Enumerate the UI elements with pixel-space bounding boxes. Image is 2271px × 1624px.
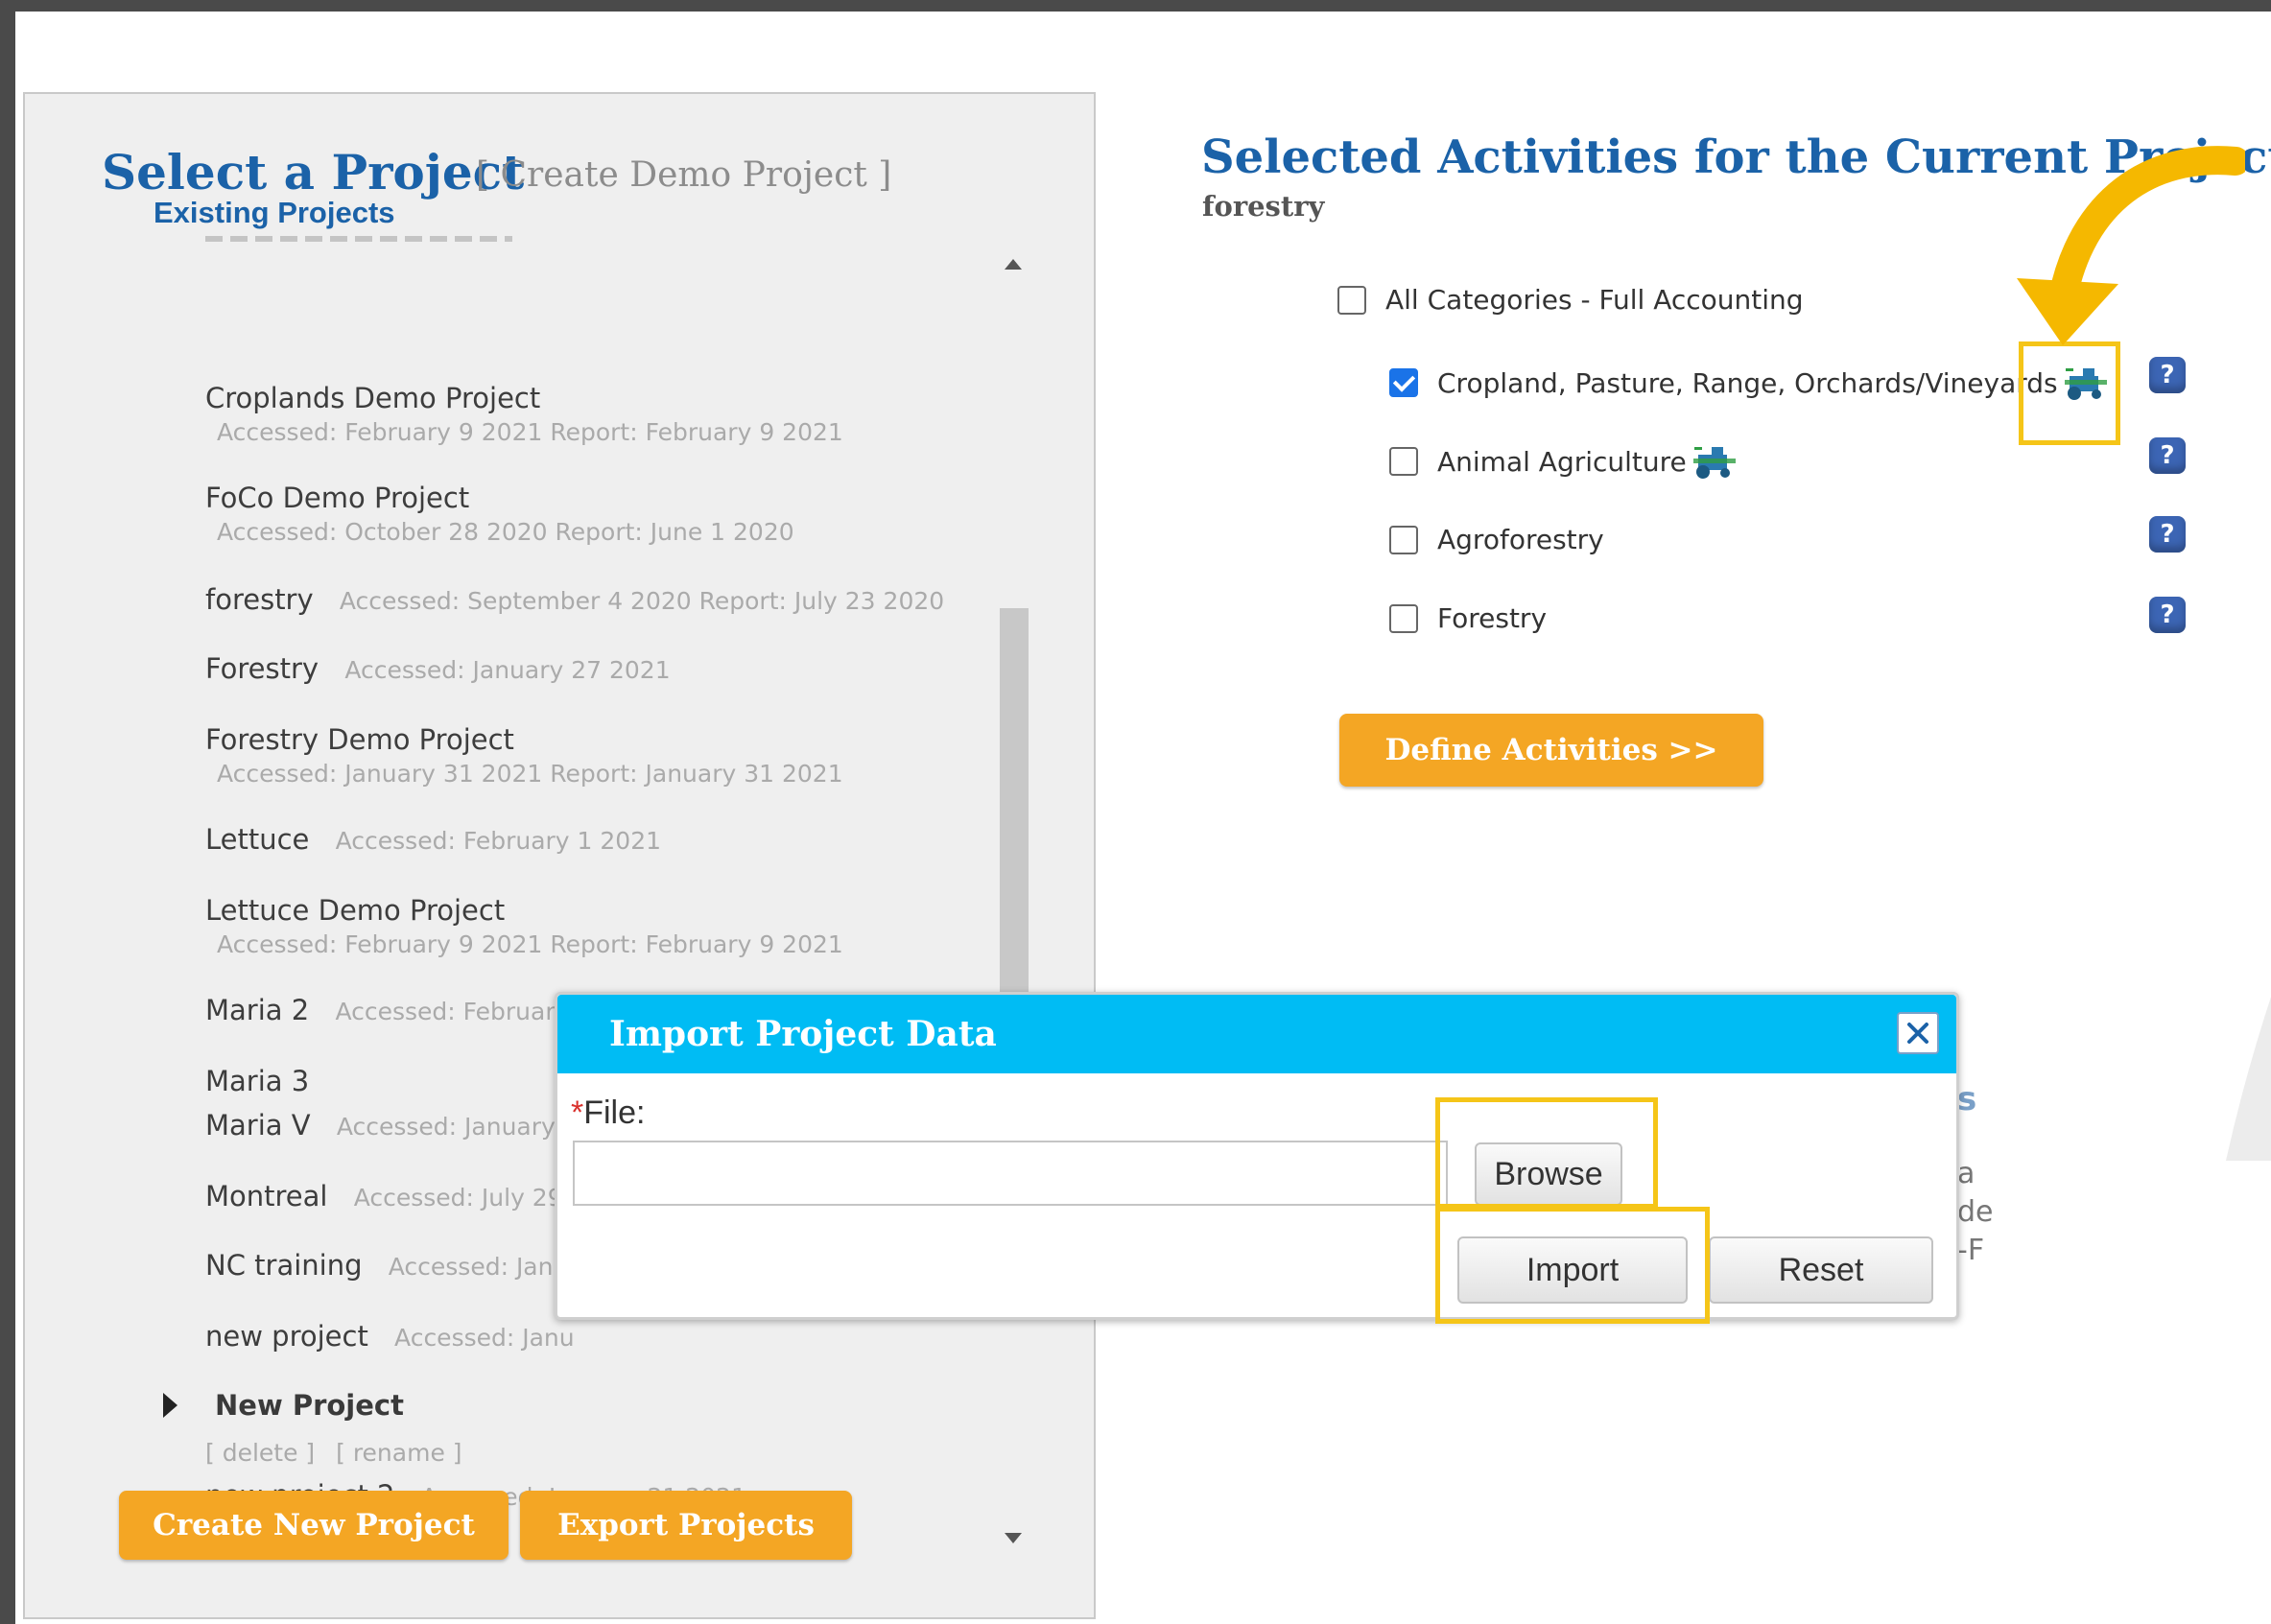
project-meta: Accessed: October 28 2020 Report: June 1… — [217, 518, 794, 546]
project-name: forestry — [205, 583, 314, 616]
project-meta: Accessed: January 27 2021 — [344, 656, 671, 684]
dialog-title: Import Project Data — [609, 1014, 997, 1054]
project-item-selected[interactable]: New Project — [215, 1389, 404, 1422]
current-project-name: forestry — [1202, 190, 1325, 223]
project-name: Montreal — [205, 1180, 328, 1212]
project-actions: [ delete ] [ rename ] — [205, 1439, 462, 1467]
project-item[interactable]: Croplands Demo Project Accessed: Februar… — [205, 382, 843, 446]
panel-title: Select a Project — [102, 144, 525, 200]
rename-project-link[interactable]: [ rename ] — [336, 1439, 461, 1467]
expanded-arrow-icon[interactable] — [163, 1393, 177, 1418]
project-name: Forestry Demo Project — [205, 723, 514, 756]
category-agroforestry[interactable]: Agroforestry — [1389, 524, 1604, 555]
project-name: New Project — [215, 1389, 404, 1422]
checkbox[interactable] — [1389, 603, 1418, 633]
import-dialog: Import Project Data *File: Browse Import… — [555, 992, 1959, 1320]
obscured-text-fragment: s — [1957, 1080, 1977, 1118]
project-item[interactable]: Montreal Accessed: July 29 2 — [205, 1180, 585, 1212]
reset-button[interactable]: Reset — [1709, 1236, 1933, 1304]
project-meta: Accessed: January 2 — [336, 1113, 579, 1141]
top-bar — [0, 0, 2271, 12]
checkbox[interactable] — [1389, 525, 1418, 554]
project-name: NC training — [205, 1249, 363, 1282]
clipped-row — [205, 236, 589, 242]
highlight-browse — [1435, 1097, 1658, 1209]
existing-projects-label: Existing Projects — [154, 196, 395, 229]
project-item[interactable]: Maria 3 — [205, 1065, 309, 1097]
project-name: new project — [205, 1320, 368, 1353]
project-meta: Accessed: February 9 2021 Report: Februa… — [217, 418, 843, 446]
scrollbar-thumb[interactable] — [1000, 608, 1029, 992]
file-path-input[interactable] — [573, 1141, 1448, 1206]
project-meta: Accessed: September 4 2020 Report: July … — [339, 587, 945, 615]
create-new-project-button[interactable]: Create New Project — [119, 1491, 509, 1560]
tractor-icon[interactable] — [1692, 443, 1737, 480]
project-meta: Accessed: Janu — [394, 1324, 575, 1352]
project-name: Maria 3 — [205, 1065, 310, 1097]
required-marker: * — [571, 1094, 584, 1131]
file-label-text: File: — [583, 1094, 646, 1131]
scroll-down-arrow-icon[interactable] — [1005, 1533, 1022, 1543]
project-item[interactable]: Lettuce Demo Project Accessed: February … — [205, 894, 843, 958]
category-label: Animal Agriculture — [1437, 445, 1687, 478]
project-meta: Accessed: February 9 2021 Report: Februa… — [217, 930, 843, 958]
project-item[interactable]: Forestry Accessed: January 27 2021 — [205, 652, 671, 685]
project-name: Lettuce Demo Project — [205, 894, 506, 927]
close-icon — [1907, 1023, 1928, 1044]
project-list[interactable]: Croplands Demo Project Accessed: Februar… — [25, 236, 1004, 1541]
help-icon[interactable]: ? — [2149, 516, 2186, 553]
pointer-arrow-icon — [2017, 146, 2245, 345]
category-label: Agroforestry — [1437, 524, 1604, 555]
project-name: Croplands Demo Project — [205, 382, 541, 414]
project-item[interactable]: NC training Accessed: Janua — [205, 1249, 583, 1282]
project-meta: Accessed: February 1 2021 — [335, 827, 662, 855]
highlight-import — [1435, 1207, 1710, 1324]
project-meta: Accessed: January 31 2021 Report: Januar… — [217, 760, 843, 788]
create-demo-project-link[interactable]: [ Create Demo Project ] — [476, 155, 891, 195]
project-name: FoCo Demo Project — [205, 482, 470, 514]
project-name: Maria 2 — [205, 994, 310, 1026]
delete-project-link[interactable]: [ delete ] — [205, 1439, 315, 1467]
help-icon[interactable]: ? — [2149, 437, 2186, 474]
category-animal[interactable]: Animal Agriculture — [1389, 443, 1737, 480]
dialog-header: Import Project Data — [557, 995, 1956, 1073]
project-item[interactable]: forestry Accessed: September 4 2020 Repo… — [205, 583, 944, 616]
checkbox[interactable] — [1337, 285, 1366, 315]
select-project-panel: Select a Project [ Create Demo Project ]… — [23, 92, 1096, 1619]
category-label: Forestry — [1437, 602, 1548, 634]
project-item[interactable]: Maria V Accessed: January 2 — [205, 1109, 579, 1142]
project-item[interactable]: Lettuce Accessed: February 1 2021 — [205, 823, 661, 856]
help-icon[interactable]: ? — [2149, 597, 2186, 633]
project-item[interactable]: new project Accessed: Janu — [205, 1320, 575, 1353]
left-edge-strip — [0, 0, 15, 1624]
category-cropland[interactable]: Cropland, Pasture, Range, Orchards/Viney… — [1389, 365, 2108, 401]
category-label: All Categories - Full Accounting — [1385, 284, 1804, 316]
project-item[interactable]: Forestry Demo Project Accessed: January … — [205, 723, 843, 788]
checkbox-checked[interactable] — [1389, 368, 1418, 397]
project-item[interactable]: FoCo Demo Project Accessed: October 28 2… — [205, 482, 794, 546]
category-forestry[interactable]: Forestry — [1389, 602, 1547, 634]
decorative-shape — [2226, 997, 2271, 1161]
export-projects-button[interactable]: Export Projects — [520, 1491, 852, 1560]
close-button[interactable] — [1897, 1012, 1939, 1054]
scroll-up-arrow-icon[interactable] — [1005, 259, 1022, 270]
project-name: Forestry — [205, 652, 319, 685]
checkbox[interactable] — [1389, 447, 1418, 476]
obscured-text-fragment: a de -F — [1957, 1157, 1994, 1267]
project-name: Lettuce — [205, 823, 310, 856]
define-activities-button[interactable]: Define Activities >> — [1339, 714, 1763, 787]
category-all[interactable]: All Categories - Full Accounting — [1337, 284, 1804, 316]
file-label: *File: — [571, 1094, 645, 1132]
category-label: Cropland, Pasture, Range, Orchards/Viney… — [1437, 366, 2058, 399]
project-name: Maria V — [205, 1109, 311, 1142]
project-meta: Accessed: July 29 2 — [353, 1184, 586, 1212]
